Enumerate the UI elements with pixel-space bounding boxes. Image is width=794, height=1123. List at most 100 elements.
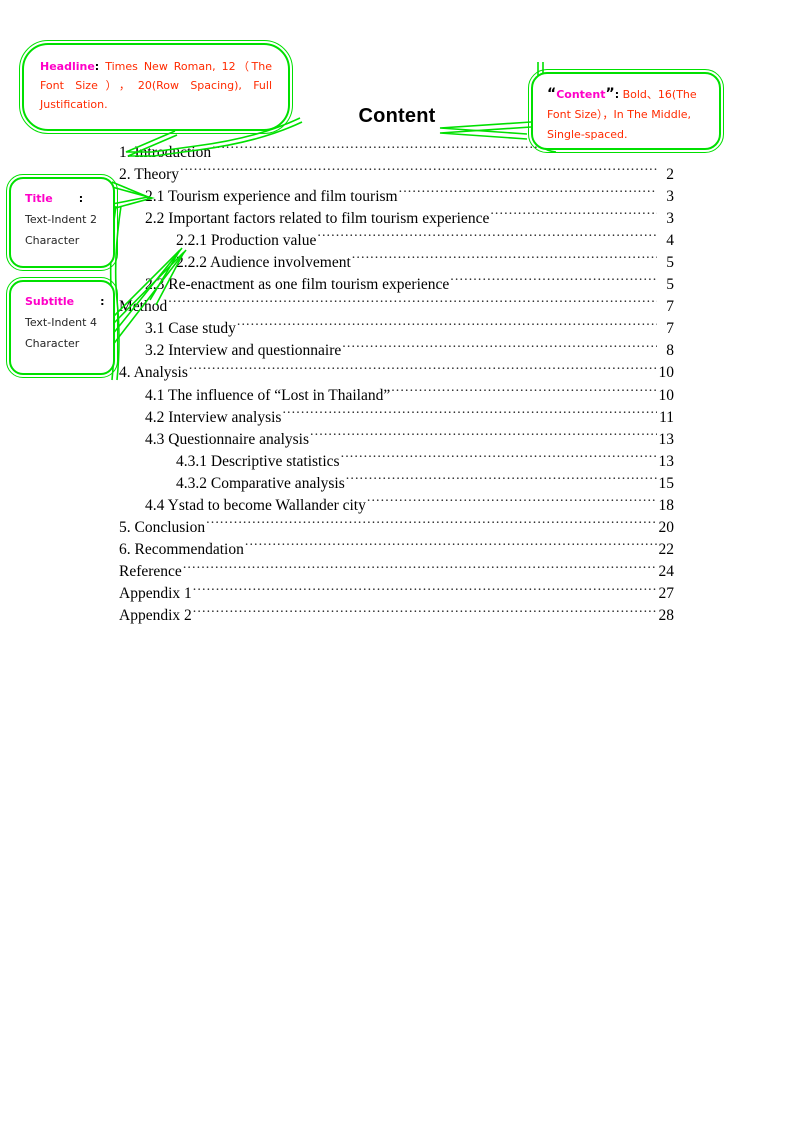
toc-leader-dots: [399, 185, 657, 201]
toc-entry-label: 2.1 Tourism experience and film tourism: [145, 187, 398, 205]
toc-leader-dots: [342, 340, 657, 356]
toc-entry-page-number: 13: [658, 430, 675, 448]
callout-headline: Headline: Times New Roman, 12（The Font S…: [19, 40, 293, 134]
toc-entry-label: 4.3.1 Descriptive statistics: [176, 452, 340, 470]
toc-entry-page-number: 13: [658, 452, 675, 470]
toc-entry-label: 4.3.2 Comparative analysis: [176, 474, 345, 492]
toc-entry-page-number: 22: [658, 541, 675, 559]
toc-entry[interactable]: 6. Recommendation 22: [119, 539, 674, 561]
toc-entry[interactable]: Appendix 1 27: [119, 583, 674, 605]
toc-entry-page-number: 7: [666, 298, 674, 316]
callout-title-keyword: Title: [25, 192, 53, 205]
toc-entry-label: 2.3 Re-enactment as one film tourism exp…: [145, 276, 450, 294]
toc-entry[interactable]: 2.1 Tourism experience and film tourism 3: [145, 185, 674, 207]
toc-entry-label: 4. Analysis: [119, 364, 188, 382]
toc-entry-page-number: 3: [666, 187, 674, 205]
callout-title-colon: :: [78, 192, 84, 205]
toc-entry[interactable]: 4.3.1 Descriptive statistics 13: [176, 450, 674, 472]
toc-entry[interactable]: 2. Theory 2: [119, 163, 674, 185]
callout-headline-colon: :: [94, 60, 100, 73]
toc-entry[interactable]: 3.1 Case study 7: [145, 318, 674, 340]
toc-entry-page-number: 28: [658, 607, 675, 625]
toc-leader-dots: [237, 318, 657, 334]
toc-entry-page-number: 5: [666, 253, 674, 271]
toc-entry[interactable]: 2.3 Re-enactment as one film tourism exp…: [145, 274, 674, 296]
toc-leader-dots: [346, 472, 657, 488]
toc-entry-page-number: 4: [666, 231, 674, 249]
toc-entry-label: 2.2 Important factors related to film to…: [145, 209, 490, 227]
toc-entry-label: Reference: [119, 563, 182, 581]
callout-content-colon: :: [614, 88, 620, 101]
callout-content-close-quote: ”: [605, 86, 615, 102]
toc-entry[interactable]: Appendix 2 28: [119, 605, 674, 627]
callout-content: “Content”: Bold、16(The Font Size），In The…: [528, 69, 724, 153]
callout-subtitle-header: Subtitle:: [25, 291, 113, 312]
toc-entry-label: 2. Theory: [119, 165, 179, 183]
toc-entry-label: 2.2.1 Production value: [176, 231, 317, 249]
toc-entry-label: 5. Conclusion: [119, 519, 206, 537]
toc-leader-dots: [282, 406, 657, 422]
toc-entry-label: Appendix 1: [119, 585, 192, 603]
callout-subtitle-line3: Character: [25, 337, 80, 350]
toc-entry[interactable]: 3.2 Interview and questionnaire 8: [145, 340, 674, 362]
toc-leader-dots: [180, 163, 657, 179]
callout-subtitle-line2: Text-Indent 4: [25, 316, 97, 329]
toc-entry-label: 6. Recommendation: [119, 541, 244, 559]
toc-entry-page-number: 15: [658, 474, 675, 492]
callout-content-text: “Content”: Bold、16(The Font Size），In The…: [547, 84, 705, 145]
toc-entry-page-number: 7: [666, 320, 674, 338]
toc-leader-dots: [168, 296, 657, 312]
toc-leader-dots: [341, 450, 657, 466]
toc-entry[interactable]: 4.3.2 Comparative analysis 15: [176, 472, 674, 494]
toc-entry-label: 3.1 Case study: [145, 320, 236, 338]
toc-leader-dots: [189, 362, 657, 378]
toc-entry[interactable]: 4. Analysis 10: [119, 362, 674, 384]
toc-leader-dots: [490, 207, 657, 223]
callout-title-header: Title:: [25, 188, 113, 209]
toc-entry[interactable]: 4.1 The influence of “Lost in Thailand” 1…: [145, 384, 674, 406]
toc-entry[interactable]: 2.2 Important factors related to film to…: [145, 207, 674, 229]
toc-leader-dots: [391, 384, 657, 400]
table-of-contents: 1. Introduction 2. Theory 2 2.1 Tourism exp…: [119, 141, 674, 627]
toc-entry[interactable]: 4.4 Ystad to become Wallander city 18: [145, 495, 674, 517]
toc-entry-page-number: 24: [658, 563, 675, 581]
callout-content-open-quote: “: [547, 86, 557, 102]
toc-entry-label: 4.2 Interview analysis: [145, 408, 282, 426]
toc-entry[interactable]: 2.2.2 Audience involvement 5: [176, 251, 674, 273]
toc-entry-page-number: 27: [658, 585, 675, 603]
callout-title-line2: Text-Indent 2: [25, 213, 97, 226]
toc-entry-page-number: 10: [658, 386, 675, 404]
toc-leader-dots: [450, 274, 657, 290]
callout-headline-keyword: Headline: [40, 60, 95, 73]
callout-subtitle-keyword: Subtitle: [25, 295, 75, 308]
toc-entry[interactable]: Method 7: [119, 296, 674, 318]
callout-headline-text: Headline: Times New Roman, 12（The Font S…: [40, 57, 272, 114]
callout-title-line3: Character: [25, 234, 80, 247]
toc-entry[interactable]: 5. Conclusion 20: [119, 517, 674, 539]
callout-content-keyword: Content: [556, 88, 606, 101]
toc-entry-page-number: 2: [666, 165, 674, 183]
toc-entry[interactable]: 4.3 Questionnaire analysis 13: [145, 428, 674, 450]
toc-leader-dots: [245, 539, 657, 555]
toc-entry-label: 3.2 Interview and questionnaire: [145, 342, 342, 360]
toc-entry-page-number: 3: [666, 209, 674, 227]
toc-entry[interactable]: Reference 24: [119, 561, 674, 583]
toc-entry-label: 1. Introduction: [119, 143, 212, 161]
toc-entry-page-number: 18: [658, 497, 675, 514]
callout-subtitle: Subtitle: Text-Indent 4 Character: [6, 277, 118, 378]
toc-entry[interactable]: 4.2 Interview analysis 11: [145, 406, 674, 428]
toc-leader-dots: [193, 583, 657, 599]
toc-entry-label: 4.3 Questionnaire analysis: [145, 430, 310, 448]
toc-entry-page-number: 20: [658, 519, 675, 537]
toc-entry-page-number: 10: [658, 364, 675, 382]
toc-entry-page-number: 11: [659, 408, 674, 426]
callout-title: Title: Text-Indent 2 Character: [6, 174, 118, 271]
toc-entry-label: Method: [119, 298, 168, 316]
toc-leader-dots: [317, 229, 657, 245]
toc-leader-dots: [367, 495, 657, 511]
toc-entry-label: Appendix 2: [119, 607, 192, 625]
toc-entry-label: 4.1 The influence of “Lost in Thailand”: [145, 386, 391, 404]
toc-entry-page-number: 8: [666, 342, 674, 360]
toc-entry[interactable]: 2.2.1 Production value 4: [176, 229, 674, 251]
toc-leader-dots: [206, 517, 657, 533]
